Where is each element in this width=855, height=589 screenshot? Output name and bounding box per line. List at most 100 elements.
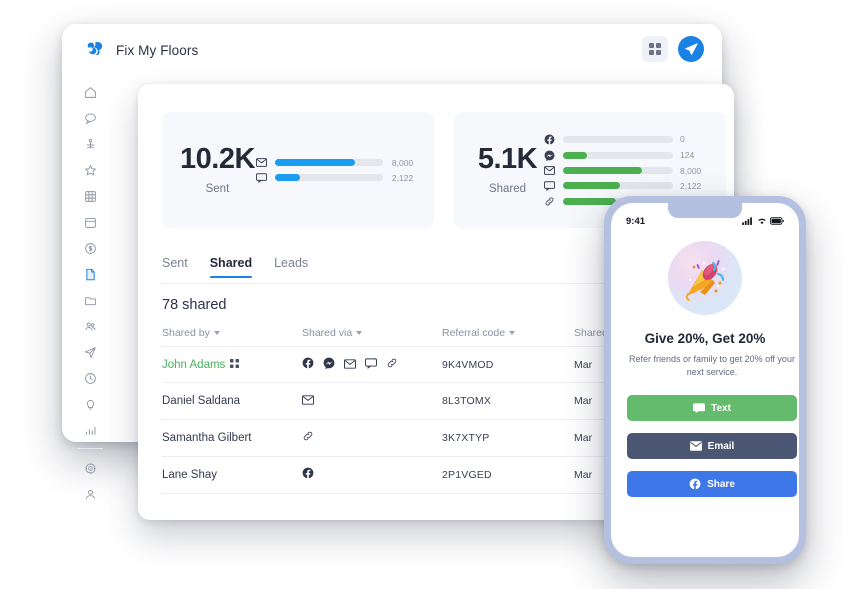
- cell-shared-by: Daniel Saldana: [162, 395, 302, 407]
- battery-icon: [770, 212, 784, 230]
- facebook-share-button[interactable]: Share: [627, 471, 797, 497]
- bar-fill-email: [274, 159, 355, 166]
- facebook-icon: [302, 356, 314, 374]
- column-label-shared-via: Shared via: [302, 327, 353, 339]
- bar-row-sms: 2,122: [255, 173, 420, 183]
- sidebar-item-schedule[interactable]: [62, 212, 118, 233]
- cellular-icon: [742, 212, 753, 230]
- sidebar-item-jobs[interactable]: [62, 134, 118, 155]
- phone-share-buttons: Text Email Share: [627, 395, 797, 497]
- sms-icon: [365, 356, 377, 374]
- wifi-icon: [757, 212, 767, 230]
- shared-by-name: John Adams: [162, 358, 226, 371]
- sidebar-item-history[interactable]: [62, 368, 118, 389]
- envelope-icon: [543, 166, 556, 175]
- bar-track-email: [274, 159, 383, 166]
- link-icon: [302, 429, 314, 447]
- stat-sent-label: Sent: [205, 183, 230, 195]
- sms-icon: [255, 172, 268, 183]
- bar-fill-messenger: [563, 151, 588, 159]
- link-icon: [543, 196, 556, 207]
- column-header-shared-via[interactable]: Shared via: [302, 327, 442, 339]
- bar-track-messenger: [563, 151, 673, 159]
- party-popper-icon: [668, 241, 742, 315]
- sidebar-item-reviews[interactable]: [62, 160, 118, 181]
- shared-by-name: Samantha Gilbert: [162, 432, 252, 444]
- sidebar-item-account[interactable]: [62, 484, 118, 505]
- facebook-icon: [689, 478, 701, 490]
- tab-leads[interactable]: Leads: [274, 256, 308, 278]
- bar-fill-link: [563, 197, 616, 205]
- status-time: 9:41: [626, 215, 646, 227]
- sidebar-item-customers[interactable]: [62, 316, 118, 337]
- bar-track-sms: [274, 174, 383, 181]
- messenger-icon: [543, 150, 556, 161]
- column-label-shared-by: Shared by: [162, 327, 210, 339]
- phone-screen: 9:41 Give 20%, Get 20% Refer friends or …: [611, 203, 799, 557]
- cell-shared-via: [302, 466, 442, 484]
- email-share-button[interactable]: Email: [627, 433, 797, 459]
- shared-by-name: Daniel Saldana: [162, 395, 241, 407]
- sidebar-item-messages[interactable]: [62, 108, 118, 129]
- cell-shared-by: Samantha Gilbert: [162, 432, 302, 444]
- app-topbar: Fix My Floors: [62, 24, 722, 76]
- phone-headline: Give 20%, Get 20%: [644, 331, 766, 346]
- bar-value-email: 8,000: [680, 165, 702, 176]
- sidebar-divider: [77, 448, 103, 449]
- bar-fill-sms: [563, 182, 621, 189]
- qr-grid-icon[interactable]: [642, 36, 668, 62]
- bar-value-sms: 2,122: [680, 180, 702, 191]
- messenger-icon: [323, 356, 335, 374]
- bar-row-email: 8,000: [255, 158, 420, 168]
- sidebar: [62, 82, 118, 510]
- tab-sent[interactable]: Sent: [162, 256, 188, 278]
- phone-mockup: 9:41 Give 20%, Get 20% Refer friends or …: [604, 196, 806, 564]
- bar-row-email: 8,000: [543, 166, 708, 176]
- sidebar-item-referrals[interactable]: [62, 264, 118, 285]
- brand-logo-icon[interactable]: [84, 38, 106, 60]
- tab-shared[interactable]: Shared: [209, 256, 253, 278]
- link-icon: [386, 356, 398, 374]
- bar-track-sms: [563, 182, 673, 189]
- bar-value-sms: 2,122: [391, 172, 414, 183]
- envelope-icon: [255, 158, 268, 167]
- chevron-down-icon: [356, 331, 363, 335]
- sidebar-item-home[interactable]: [62, 82, 118, 103]
- stat-shared-label: Shared: [488, 183, 527, 195]
- envelope-icon: [344, 356, 356, 374]
- email-share-label: Email: [707, 440, 735, 452]
- status-icons: [742, 212, 784, 230]
- bar-value-messenger: 124: [680, 150, 695, 160]
- text-share-label: Text: [711, 402, 731, 414]
- sidebar-item-settings[interactable]: [62, 458, 118, 479]
- cell-shared-by: John Adams: [162, 358, 302, 371]
- bar-fill-email: [563, 167, 643, 174]
- bar-value-email: 8,000: [391, 157, 414, 168]
- topbar-actions: [642, 36, 704, 62]
- stat-sent-bars: 8,000 2,122: [255, 155, 420, 185]
- column-header-referral-code[interactable]: Referral code: [442, 327, 574, 339]
- cell-shared-via: [302, 392, 442, 410]
- paper-plane-icon[interactable]: [678, 36, 704, 62]
- cell-referral-code: 2P1VGED: [442, 469, 492, 481]
- bar-row-messenger: 124: [543, 150, 708, 161]
- facebook-share-label: Share: [707, 478, 735, 490]
- cell-referral-code: 8L3TOMX: [442, 395, 492, 407]
- phone-status-bar: 9:41: [611, 212, 799, 230]
- sidebar-item-files[interactable]: [62, 290, 118, 311]
- column-label-referral-code: Referral code: [442, 327, 506, 339]
- bar-row-sms: 2,122: [543, 181, 708, 191]
- text-share-button[interactable]: Text: [627, 395, 797, 421]
- stat-shared-value: 5.1K: [477, 143, 538, 175]
- envelope-icon: [689, 441, 702, 451]
- facebook-icon: [543, 134, 556, 145]
- sidebar-item-apps[interactable]: [62, 186, 118, 207]
- bar-row-facebook: 0: [543, 134, 708, 145]
- cell-referral-code: 3K7XTYP: [442, 432, 490, 444]
- sidebar-item-payments[interactable]: [62, 238, 118, 259]
- sidebar-item-insights[interactable]: [62, 394, 118, 415]
- sidebar-item-reports[interactable]: [62, 420, 118, 441]
- sidebar-item-campaigns[interactable]: [62, 342, 118, 363]
- column-header-shared-by[interactable]: Shared by: [162, 327, 302, 339]
- facebook-icon: [302, 466, 314, 484]
